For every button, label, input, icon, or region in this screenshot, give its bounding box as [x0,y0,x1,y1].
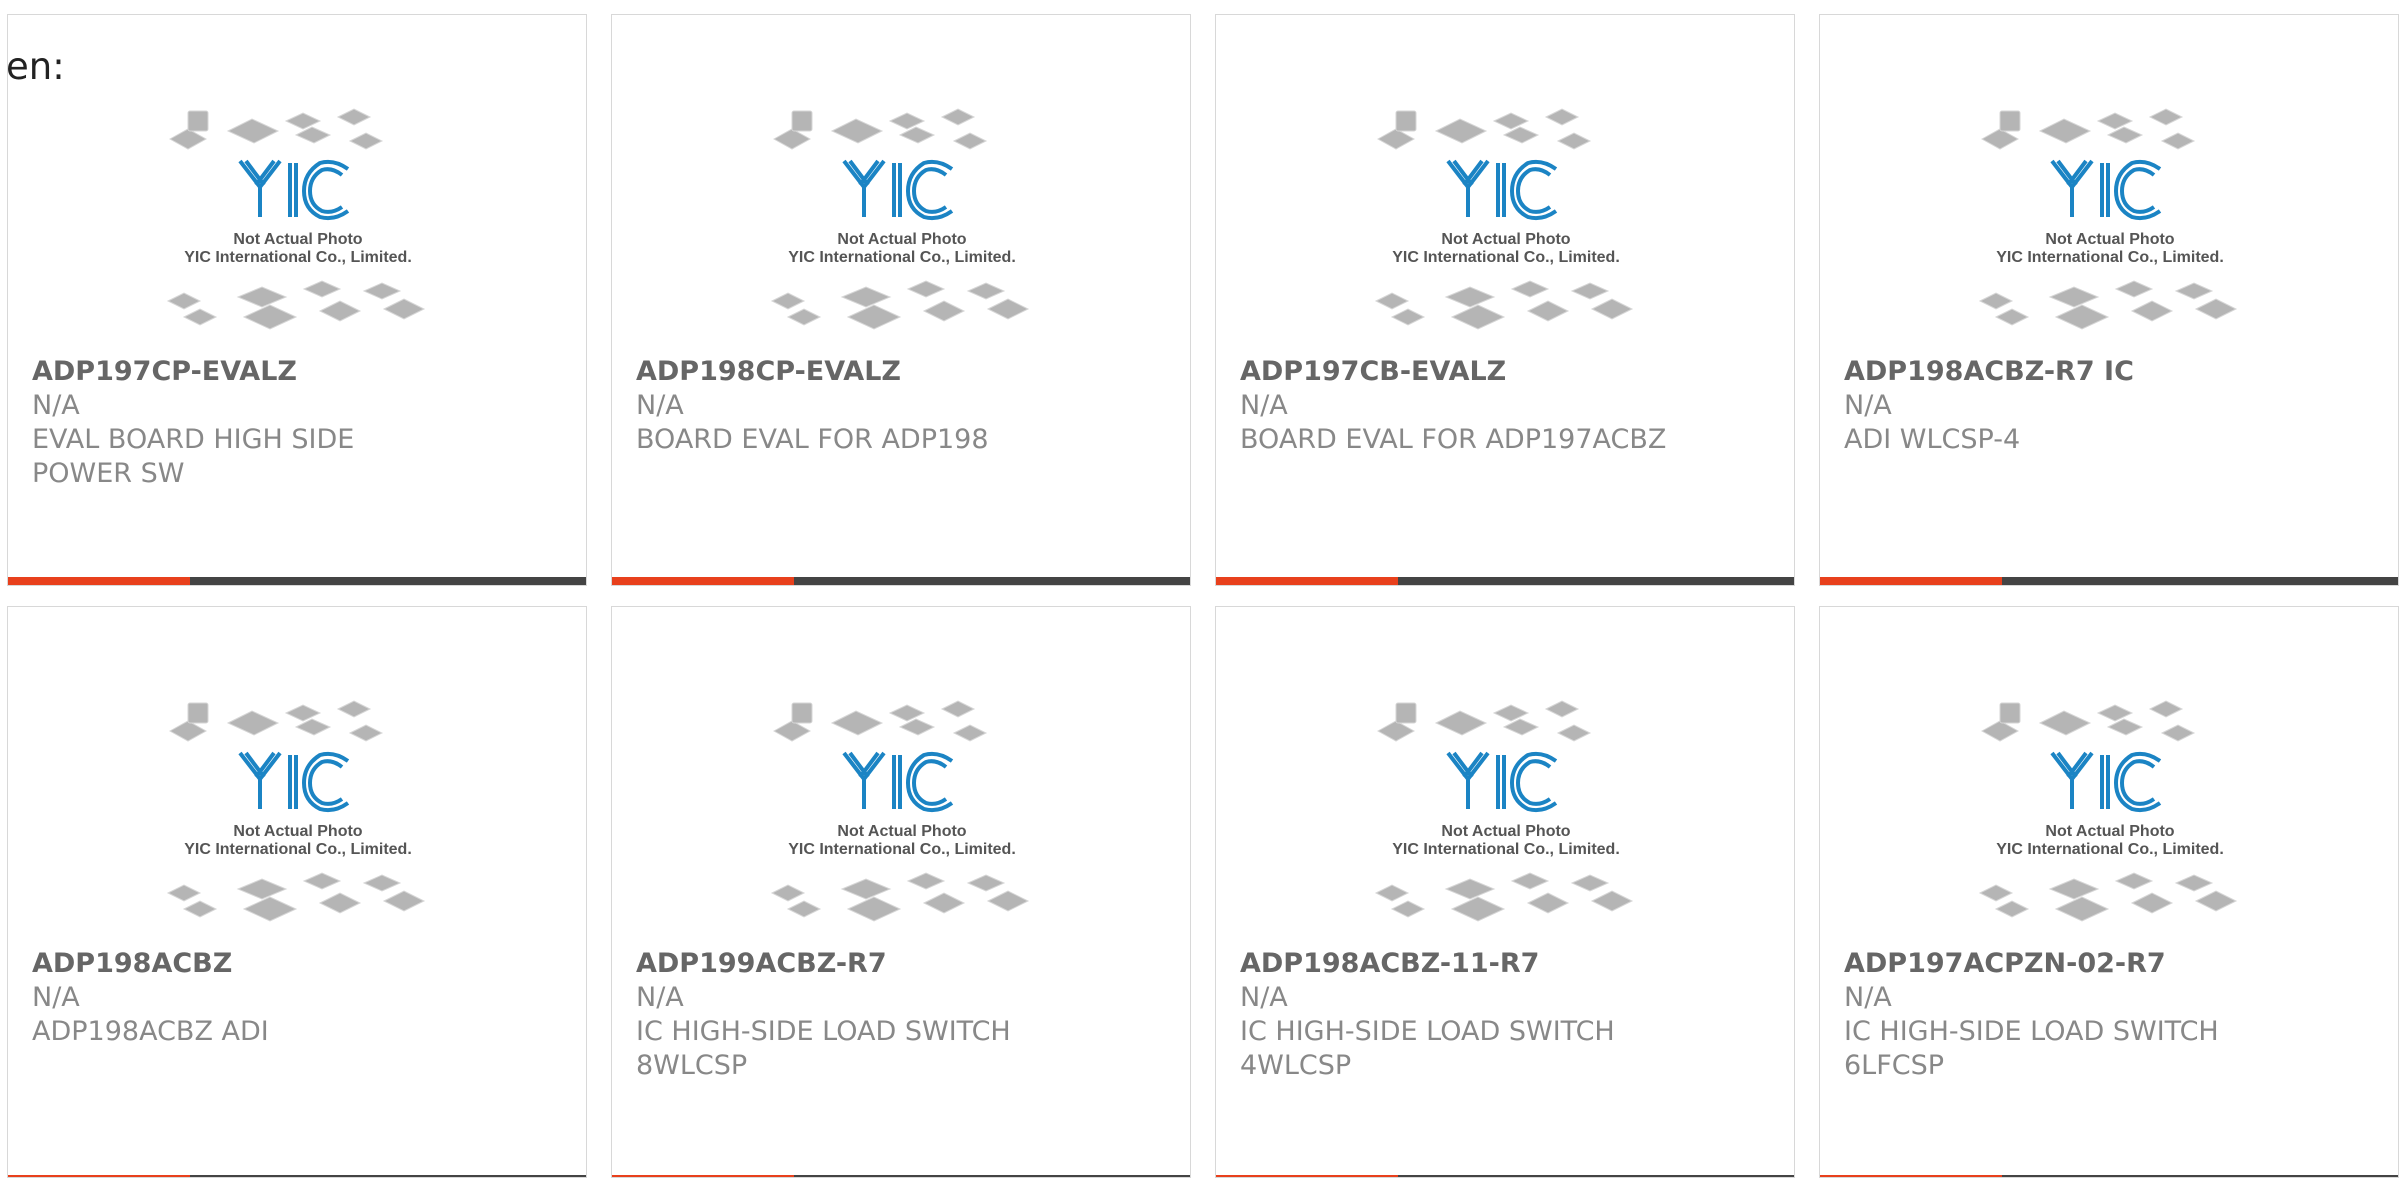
manufacturer: N/A [1844,982,1892,1013]
product-grid: Not Actual Photo YIC International Co., … [7,14,2399,1178]
placeholder-line1: Not Actual Photo [233,823,362,840]
placeholder-line2: YIC International Co., Limited. [184,841,412,858]
manufacturer: N/A [636,982,684,1013]
placeholder-line1: Not Actual Photo [837,823,966,840]
manufacturer: N/A [1240,982,1288,1013]
part-number[interactable]: ADP197CP-EVALZ [32,355,566,389]
part-number[interactable]: ADP198CP-EVALZ [636,355,1170,389]
description: BOARD EVAL FOR ADP198 [636,424,989,455]
product-placeholder-image: Not Actual Photo YIC International Co., … [1374,108,1634,330]
card-accent-bar [8,577,586,585]
placeholder-line1: Not Actual Photo [837,231,966,248]
description: IC HIGH-SIDE LOAD SWITCH 8WLCSP [636,1016,1011,1081]
card-accent-bar-fill [1820,577,2002,585]
product-card[interactable]: Not Actual Photo YIC International Co., … [611,606,1191,1178]
card-accent-bar-fill [612,577,794,585]
product-placeholder-image: Not Actual Photo YIC International Co., … [770,700,1030,922]
part-number[interactable]: ADP198ACBZ-R7 IC [1844,355,2378,389]
description: IC HIGH-SIDE LOAD SWITCH 6LFCSP [1844,1016,2219,1081]
card-accent-bar-fill [8,577,190,585]
description: ADP198ACBZ ADI [32,1016,269,1047]
manufacturer: N/A [1844,390,1892,421]
description: EVAL BOARD HIGH SIDE POWER SW [32,424,355,489]
placeholder-line1: Not Actual Photo [1441,231,1570,248]
placeholder-line2: YIC International Co., Limited. [788,249,1016,266]
placeholder-line2: YIC International Co., Limited. [184,249,412,266]
manufacturer: N/A [1240,390,1288,421]
product-card[interactable]: Not Actual Photo YIC International Co., … [7,14,587,586]
manufacturer: N/A [32,982,80,1013]
part-number[interactable]: ADP199ACBZ-R7 [636,947,1170,981]
description: ADI WLCSP-4 [1844,424,2021,455]
product-card[interactable]: Not Actual Photo YIC International Co., … [611,14,1191,586]
part-number[interactable]: ADP198ACBZ [32,947,566,981]
product-placeholder-image: Not Actual Photo YIC International Co., … [1978,700,2238,922]
product-card[interactable]: Not Actual Photo YIC International Co., … [7,606,587,1178]
manufacturer: N/A [32,390,80,421]
placeholder-line2: YIC International Co., Limited. [1996,841,2224,858]
product-placeholder-image: Not Actual Photo YIC International Co., … [1374,700,1634,922]
card-accent-bar [1216,577,1794,585]
placeholder-line2: YIC International Co., Limited. [1392,249,1620,266]
card-accent-bar [612,577,1190,585]
description: IC HIGH-SIDE LOAD SWITCH 4WLCSP [1240,1016,1615,1081]
part-number[interactable]: ADP197CB-EVALZ [1240,355,1774,389]
product-placeholder-image: Not Actual Photo YIC International Co., … [166,700,426,922]
placeholder-line2: YIC International Co., Limited. [788,841,1016,858]
manufacturer: N/A [636,390,684,421]
placeholder-line2: YIC International Co., Limited. [1392,841,1620,858]
product-card[interactable]: Not Actual Photo YIC International Co., … [1819,606,2399,1178]
product-card[interactable]: Not Actual Photo YIC International Co., … [1215,606,1795,1178]
placeholder-line1: Not Actual Photo [1441,823,1570,840]
product-card[interactable]: Not Actual Photo YIC International Co., … [1215,14,1795,586]
card-accent-bar [1820,577,2398,585]
part-number[interactable]: ADP198ACBZ-11-R7 [1240,947,1774,981]
placeholder-line1: Not Actual Photo [233,231,362,248]
product-placeholder-image: Not Actual Photo YIC International Co., … [770,108,1030,330]
part-number[interactable]: ADP197ACPZN-02-R7 [1844,947,2378,981]
product-placeholder-image: Not Actual Photo YIC International Co., … [166,108,426,330]
placeholder-line2: YIC International Co., Limited. [1996,249,2224,266]
placeholder-line1: Not Actual Photo [2045,823,2174,840]
placeholder-line1: Not Actual Photo [2045,231,2174,248]
description: BOARD EVAL FOR ADP197ACBZ [1240,424,1667,455]
product-card[interactable]: Not Actual Photo YIC International Co., … [1819,14,2399,586]
language-label: en: [6,45,65,88]
product-placeholder-image: Not Actual Photo YIC International Co., … [1978,108,2238,330]
card-accent-bar-fill [1216,577,1398,585]
